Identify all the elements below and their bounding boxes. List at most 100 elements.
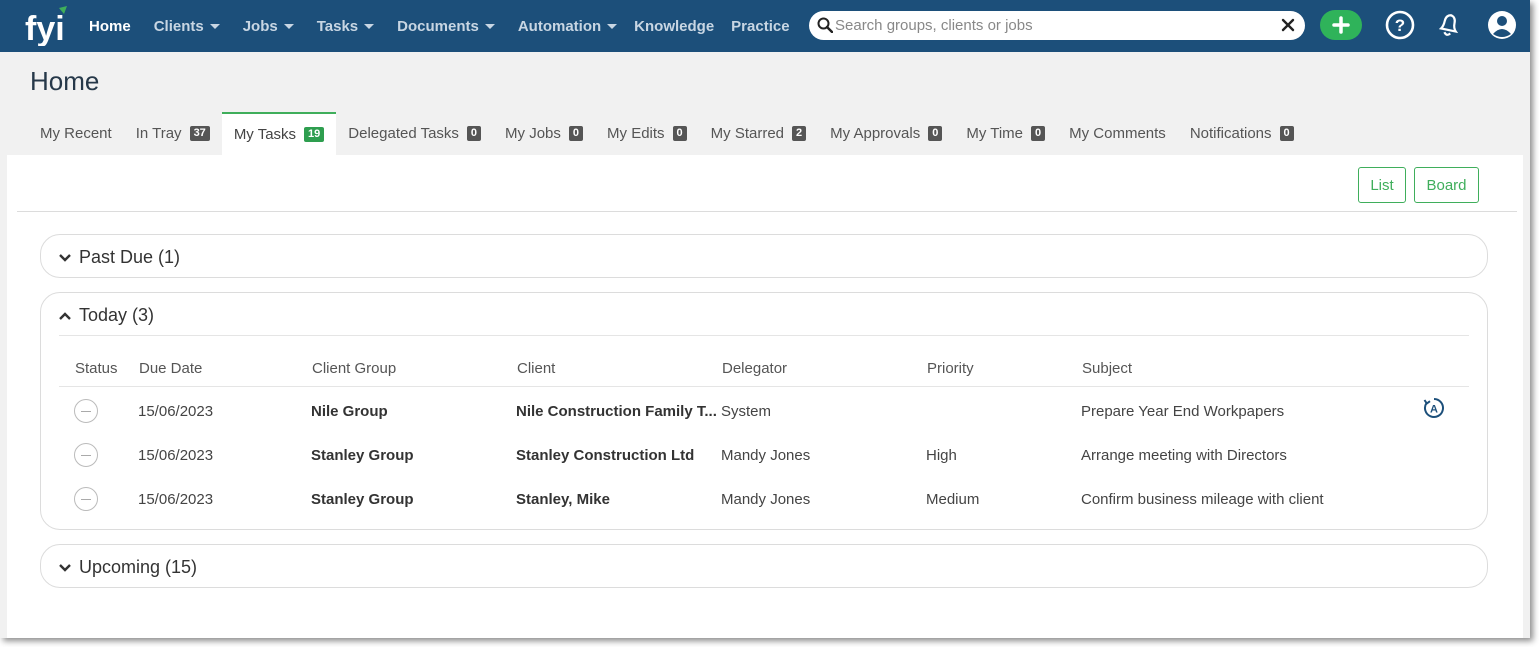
tab-label: My Approvals <box>830 125 921 142</box>
global-search <box>809 11 1305 40</box>
section-title: Upcoming (15) <box>79 557 198 577</box>
user-avatar-icon <box>1488 11 1516 39</box>
tab-my-jobs[interactable]: My Jobs 0 <box>493 112 595 155</box>
chevron-down-icon <box>209 23 220 29</box>
subject-link[interactable]: Arrange meeting with Directors <box>1081 447 1287 464</box>
tab-label: In Tray <box>135 125 182 142</box>
chevron-down-icon <box>283 23 294 29</box>
client-link[interactable]: Stanley, Mike <box>516 491 610 508</box>
svg-text:?: ? <box>1395 16 1405 35</box>
add-button[interactable] <box>1320 10 1362 40</box>
tab-delegated-tasks[interactable]: Delegated Tasks 0 <box>336 112 493 155</box>
status-toggle[interactable] <box>74 443 98 467</box>
bell-icon <box>1438 14 1459 36</box>
section-toggle-past-due[interactable]: Past Due (1) <box>59 247 180 268</box>
subject-link[interactable]: Prepare Year End Workpapers <box>1081 403 1284 420</box>
tab-notifications[interactable]: Notifications 0 <box>1178 112 1306 155</box>
nav-documents[interactable]: Documents <box>397 18 495 35</box>
nav-tasks[interactable]: Tasks <box>316 17 375 35</box>
count-badge: 0 <box>1031 126 1046 141</box>
column-header-delegator[interactable]: Delegator <box>722 360 787 377</box>
chevron-up-icon <box>59 311 71 320</box>
home-tabs: My Recent In Tray 37 My Tasks 19 Delegated… <box>28 112 1306 155</box>
nav-automation[interactable]: Automation <box>518 18 618 35</box>
tab-label: My Recent <box>40 125 112 142</box>
nav-knowledge[interactable]: Knowledge <box>634 18 714 35</box>
tab-my-approvals[interactable]: My Approvals 0 <box>818 112 954 155</box>
tab-in-tray[interactable]: In Tray 37 <box>124 112 222 155</box>
tab-label: My Edits <box>607 125 665 142</box>
nav-jobs[interactable]: Jobs <box>243 18 294 35</box>
chevron-down-icon <box>484 23 495 29</box>
count-badge: 19 <box>304 127 325 142</box>
chevron-down-icon <box>59 563 71 572</box>
section-past-due: Past Due (1) <box>40 234 1488 278</box>
plus-icon <box>1332 16 1350 34</box>
count-badge: 37 <box>189 126 210 141</box>
svg-text:A: A <box>1430 404 1438 416</box>
tab-my-recent[interactable]: My Recent <box>28 112 124 155</box>
column-header-due-date[interactable]: Due Date <box>139 360 202 377</box>
divider <box>17 211 1517 212</box>
client-link[interactable]: Nile Construction Family T... <box>516 403 717 420</box>
help-button[interactable]: ? <box>1384 9 1416 41</box>
tab-my-edits[interactable]: My Edits 0 <box>595 112 699 155</box>
nav-clients-label: Clients <box>153 17 204 35</box>
app-window: fyi Home Clients Jobs Tasks Documents Au… <box>0 0 1530 638</box>
board-view-button[interactable]: Board <box>1414 167 1479 203</box>
column-header-client[interactable]: Client <box>517 360 555 377</box>
page-title: Home <box>30 66 100 96</box>
column-header-status[interactable]: Status <box>75 360 118 377</box>
nav-home[interactable]: Home <box>89 18 131 35</box>
tab-label: My Comments <box>1069 125 1166 142</box>
close-icon[interactable] <box>1281 18 1295 32</box>
due-date-cell: 15/06/2023 <box>138 447 214 464</box>
tab-label: Notifications <box>1189 125 1272 142</box>
help-icon: ? <box>1385 10 1415 40</box>
automation-icon[interactable]: A <box>1423 397 1445 419</box>
column-header-subject[interactable]: Subject <box>1082 360 1132 377</box>
notifications-button[interactable] <box>1433 9 1465 41</box>
chevron-down-icon <box>59 253 71 262</box>
count-badge: 0 <box>568 126 584 141</box>
count-badge: 0 <box>1279 126 1294 141</box>
status-toggle[interactable] <box>74 399 98 423</box>
section-title: Past Due (1) <box>79 247 181 267</box>
subject-link[interactable]: Confirm business mileage with client <box>1081 491 1324 508</box>
client-group-link[interactable]: Stanley Group <box>311 447 414 464</box>
nav-practice[interactable]: Practice <box>731 18 789 35</box>
delegator-cell: Mandy Jones <box>721 491 811 508</box>
fyi-logo[interactable]: fyi <box>24 4 70 46</box>
chevron-down-icon <box>607 23 618 29</box>
count-badge: 0 <box>928 126 943 141</box>
divider <box>59 335 1469 336</box>
priority-cell: Medium <box>926 491 980 508</box>
status-toggle[interactable] <box>74 487 98 511</box>
column-header-priority[interactable]: Priority <box>927 360 974 377</box>
tab-my-time[interactable]: My Time 0 <box>954 112 1057 155</box>
tab-my-tasks[interactable]: My Tasks 19 <box>221 112 337 155</box>
section-toggle-today[interactable]: Today (3) <box>59 305 154 326</box>
client-link[interactable]: Stanley Construction Ltd <box>516 447 694 464</box>
due-date-cell: 15/06/2023 <box>138 403 214 420</box>
tab-label: My Tasks <box>233 126 297 143</box>
tab-my-comments[interactable]: My Comments <box>1057 112 1178 155</box>
client-group-link[interactable]: Nile Group <box>311 403 388 420</box>
tab-my-starred[interactable]: My Starred 2 <box>699 112 818 155</box>
due-date-cell: 15/06/2023 <box>138 491 214 508</box>
list-view-button[interactable]: List <box>1358 167 1406 203</box>
top-navigation: fyi Home Clients Jobs Tasks Documents Au… <box>0 0 1530 52</box>
column-header-client-group[interactable]: Client Group <box>312 360 396 377</box>
chevron-down-icon <box>364 23 375 29</box>
count-badge: 0 <box>672 126 687 141</box>
divider <box>59 386 1469 387</box>
nav-tasks-label: Tasks <box>316 17 359 35</box>
tasks-panel: List Board Past Due (1) Today (3) Status… <box>7 155 1523 638</box>
nav-jobs-label: Jobs <box>242 17 278 35</box>
nav-clients[interactable]: Clients <box>154 18 220 35</box>
client-group-link[interactable]: Stanley Group <box>311 491 414 508</box>
user-menu-button[interactable] <box>1486 9 1518 41</box>
tab-label: My Starred <box>710 125 785 142</box>
section-toggle-upcoming[interactable]: Upcoming (15) <box>59 557 197 578</box>
search-input[interactable] <box>835 15 1275 36</box>
